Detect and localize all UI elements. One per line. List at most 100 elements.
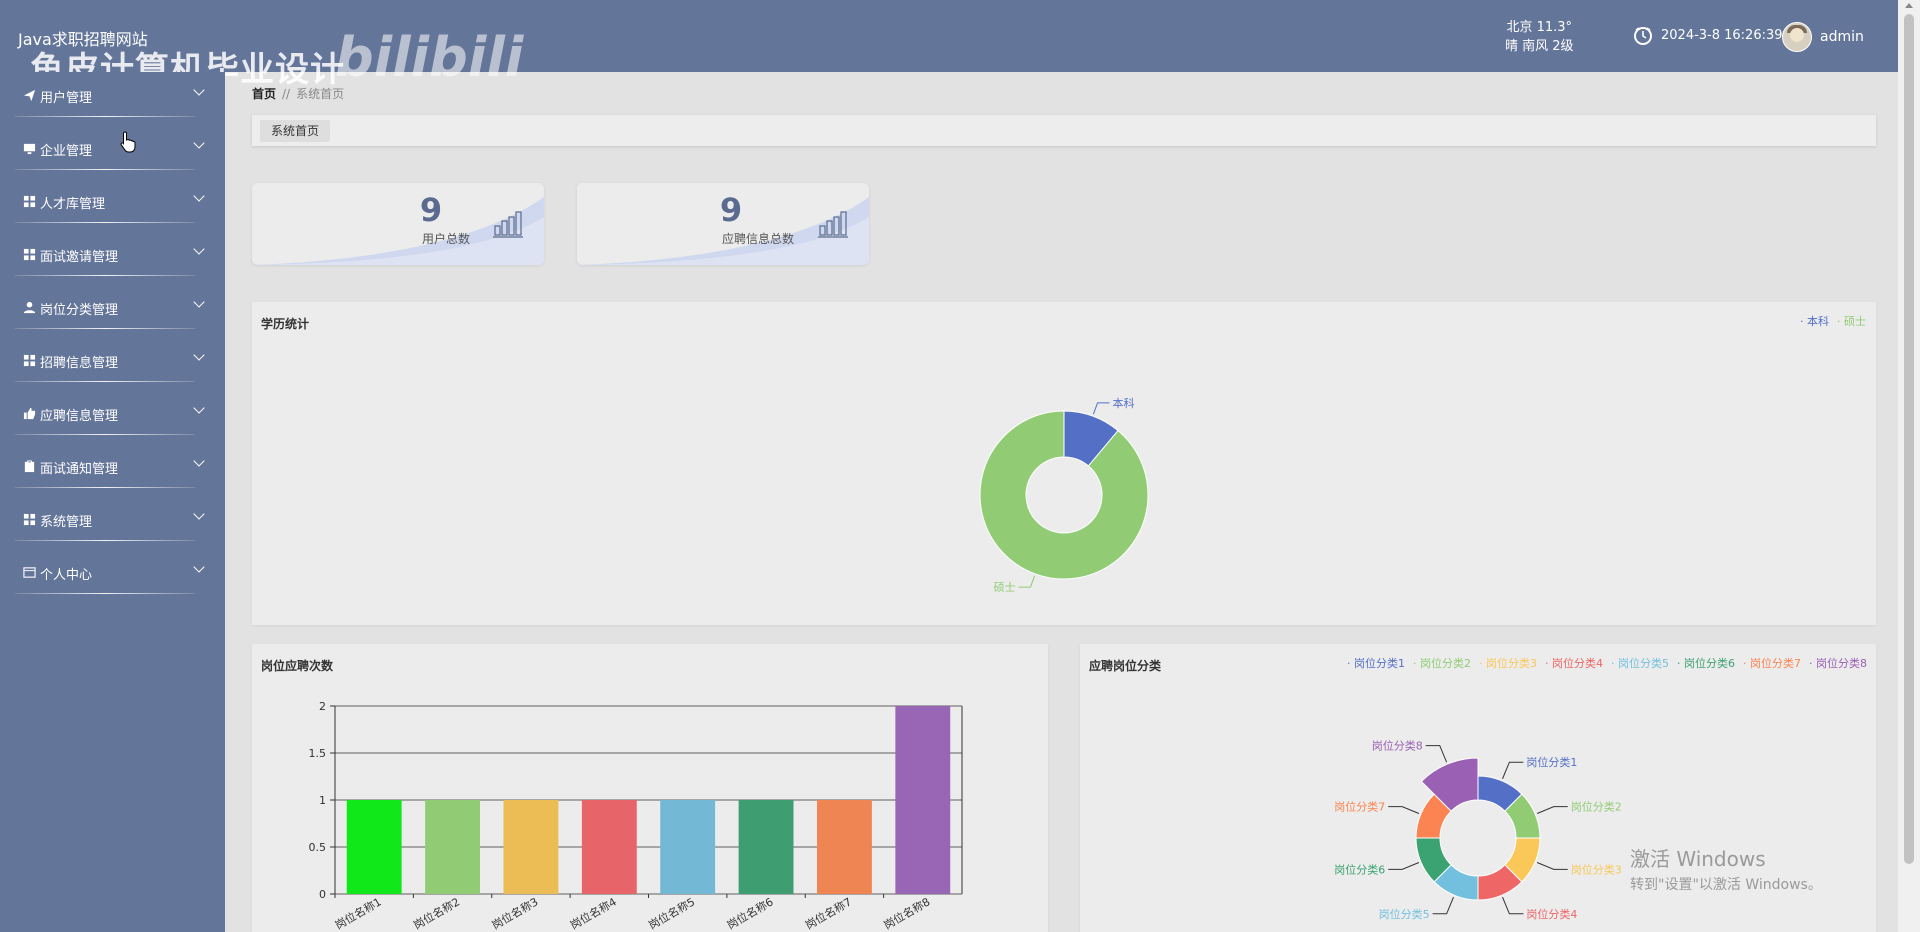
breadcrumb-home[interactable]: 首页 (252, 87, 276, 101)
bar (817, 800, 872, 894)
slice-leader-line (1502, 761, 1524, 780)
windows-activation-hint: 转到"设置"以激活 Windows。 (1630, 877, 1822, 893)
paper-plane-icon (22, 88, 36, 102)
menu-divider (15, 487, 195, 488)
slice-leader-line (1536, 806, 1568, 814)
hand-cursor-icon (120, 131, 136, 153)
avatar[interactable] (1782, 22, 1812, 52)
tab-bar: 系统首页 (252, 115, 1876, 146)
tab-home[interactable]: 系统首页 (260, 120, 331, 142)
slice-label: 岗位分类3 (1571, 862, 1622, 876)
weather-city-temp: 北京 11.3° (1506, 20, 1573, 35)
slice-label: 岗位分类1 (1526, 755, 1577, 769)
sidebar: 用户管理企业管理人才库管理面试邀请管理 岗位分类管理 招聘信息管理应聘信息管理面试通… (0, 72, 225, 932)
chevron-down-icon (193, 508, 205, 520)
current-datetime: 2024-3-8 16:26:39 (1661, 28, 1783, 43)
menu-divider (15, 434, 195, 435)
bar-chart-icon (818, 211, 848, 238)
slice-leader-line (1388, 862, 1420, 870)
stat-card-users: 9 用户总数 (252, 183, 544, 265)
job-count-bar-chart: 0 0.5 1 1.5 2 岗位名称1 岗位名称2 岗位名称3 岗位名称4 岗位名称5 岗位名称6 岗… (309, 700, 963, 932)
menu-divider (15, 275, 195, 276)
bar (660, 800, 716, 894)
chevron-down-icon (193, 296, 205, 308)
slice-leader-line (1425, 745, 1448, 763)
bilibili-logo: bilibili (335, 26, 524, 89)
slice-label: 硕士 (993, 581, 1015, 594)
sidebar-item-label: 面试邀请管理 (40, 250, 119, 265)
sidebar-item-interview-invite[interactable]: 面试邀请管理 (0, 231, 225, 284)
sidebar-item-label: 系统管理 (40, 515, 93, 530)
y-tick-label: 2 (319, 700, 326, 713)
page-scrollbar[interactable] (1898, 0, 1920, 932)
menu-divider (15, 540, 195, 541)
sidebar-item-label: 个人中心 (40, 568, 93, 583)
bar (738, 800, 794, 894)
sidebar-item-interview-notice[interactable]: 面试通知管理 (0, 443, 225, 496)
sidebar-item-enterprise[interactable]: 企业管理 (0, 125, 225, 178)
windows-activation-title: 激活 Windows (1630, 847, 1766, 871)
avatar-face (1790, 28, 1804, 42)
x-tick-label: 岗位名称2 (411, 894, 462, 932)
sidebar-item-label: 用户管理 (40, 91, 93, 106)
bar-chart-icon (493, 211, 523, 238)
menu-divider (15, 169, 195, 170)
windows-activation-watermark: 激活 Windows 转到"设置"以激活 Windows。 (1630, 843, 1822, 894)
username-label[interactable]: admin (1820, 29, 1864, 45)
menu-divider (15, 116, 195, 117)
x-tick-label: 岗位名称5 (646, 894, 697, 932)
user-icon (22, 300, 36, 314)
bar (425, 800, 480, 894)
sidebar-item-label: 企业管理 (40, 144, 93, 159)
education-chart-panel: 学历统计 · 本科 · 硕士 本科 硕士 (252, 302, 1876, 625)
donut-slice (979, 410, 1149, 580)
sidebar-item-users[interactable]: 用户管理 (0, 72, 225, 125)
grid-icon (22, 247, 36, 261)
slice-leader-line (1502, 896, 1524, 915)
slice-label: 岗位分类2 (1571, 800, 1622, 814)
sidebar-item-label: 岗位分类管理 (40, 303, 119, 318)
chevron-down-icon (193, 561, 205, 573)
y-tick-label: 0 (319, 888, 326, 901)
slice-leader-line (1092, 402, 1110, 415)
sidebar-item-label: 面试通知管理 (40, 462, 119, 477)
x-tick-label: 岗位名称4 (568, 894, 619, 932)
stat-card-applications: 9 应聘信息总数 (577, 183, 869, 265)
education-donut-chart: 本科硕士 (979, 396, 1149, 594)
bar (346, 800, 402, 894)
scrollbar-thumb[interactable] (1904, 14, 1914, 864)
sidebar-item-label: 人才库管理 (40, 197, 106, 212)
sidebar-item-application[interactable]: 应聘信息管理 (0, 390, 225, 443)
weather-widget: 北京 11.3° 晴 南风 2级 (1505, 18, 1574, 56)
top-header: Java求职招聘网站 鱼皮计算机毕业设计 bilibili 北京 11.3° 晴… (0, 0, 1898, 90)
chevron-down-icon (193, 455, 205, 467)
bar (503, 800, 559, 894)
slice-leader-line (1432, 896, 1454, 915)
grid-icon (22, 194, 36, 208)
sidebar-item-label: 招聘信息管理 (40, 356, 119, 371)
job-count-chart-panel: 岗位应聘次数 0 0.5 1 1.5 2 岗位名称1 岗位名称2 岗位名称3 岗位名称4 岗位名称… (252, 644, 1048, 932)
bar (895, 706, 951, 894)
y-tick-label: 1.5 (309, 747, 327, 760)
id-card-icon (22, 565, 36, 579)
scroll-up-arrow-icon[interactable] (1905, 3, 1913, 8)
sidebar-item-system[interactable]: 系统管理 (0, 496, 225, 549)
x-tick-label: 岗位名称3 (489, 894, 540, 932)
slice-label: 岗位分类8 (1372, 739, 1423, 753)
chevron-down-icon (193, 137, 205, 149)
thumbs-up-icon (22, 406, 36, 420)
sidebar-item-personal-center[interactable]: 个人中心 (0, 549, 225, 602)
x-tick-label: 岗位名称7 (803, 894, 854, 932)
clock-icon (1634, 27, 1652, 45)
sidebar-item-job-category[interactable]: 岗位分类管理 (0, 284, 225, 337)
menu-divider (15, 328, 195, 329)
clipboard-icon (22, 459, 36, 473)
slice-leader-line (1388, 806, 1420, 814)
stat-value: 9 (419, 191, 443, 229)
chevron-down-icon (193, 84, 205, 96)
grid-icon (22, 353, 36, 367)
sidebar-item-talent-pool[interactable]: 人才库管理 (0, 178, 225, 231)
y-tick-label: 0.5 (309, 841, 327, 854)
sidebar-item-recruitment[interactable]: 招聘信息管理 (0, 337, 225, 390)
slice-label: 岗位分类4 (1526, 907, 1577, 921)
